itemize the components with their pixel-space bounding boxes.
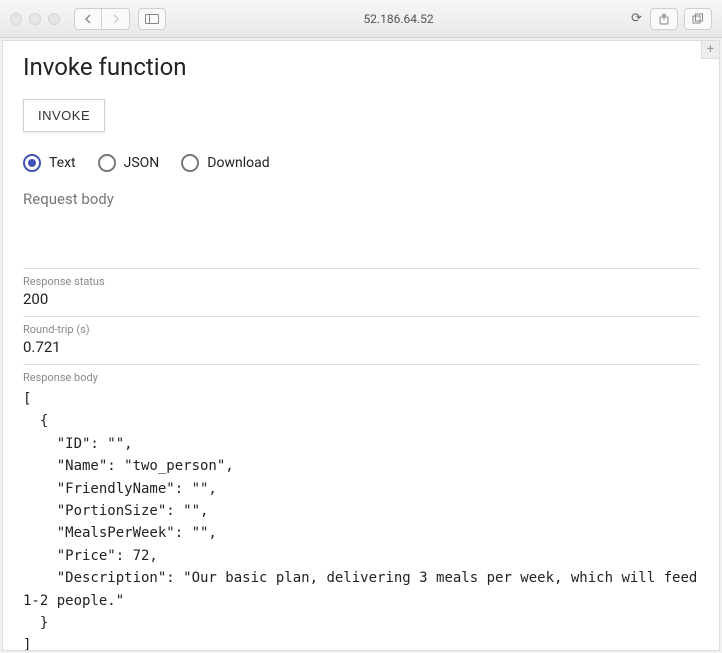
invoke-button[interactable]: INVOKE [23,99,105,132]
minimize-window-icon[interactable] [29,13,41,25]
radio-label: JSON [124,155,160,171]
response-body-value: [ { "ID": "", "Name": "two_person", "Fri… [23,388,699,651]
maximize-window-icon[interactable] [48,13,60,25]
nav-buttons [74,8,130,30]
roundtrip-field: Round-trip (s) 0.721 [23,316,699,364]
field-label: Round-trip (s) [23,323,699,336]
close-window-icon[interactable] [10,13,22,25]
tabs-button[interactable] [684,8,712,30]
request-body-input[interactable] [23,190,699,264]
toolbar-right [650,8,712,30]
address-bar[interactable]: 52.186.64.52 [174,12,623,26]
radio-text[interactable]: Text [23,154,76,172]
new-tab-button[interactable]: + [701,41,719,59]
field-label: Response body [23,371,699,384]
radio-label: Text [49,155,76,171]
response-status-value: 200 [23,290,699,308]
radio-json[interactable]: JSON [98,154,160,172]
forward-button[interactable] [102,8,130,30]
back-button[interactable] [74,8,102,30]
radio-icon [23,154,41,172]
radio-icon [181,154,199,172]
reload-icon[interactable]: ⟳ [631,11,642,26]
response-body-field: Response body [ { "ID": "", "Name": "two… [23,364,699,651]
radio-download[interactable]: Download [181,154,269,172]
page-content: Invoke function INVOKE Text JSON Downloa… [3,41,719,651]
format-radio-group: Text JSON Download [23,154,699,172]
share-button[interactable] [650,8,678,30]
browser-toolbar: 52.186.64.52 ⟳ [0,0,722,38]
page-title: Invoke function [23,53,699,81]
roundtrip-value: 0.721 [23,338,699,356]
radio-icon [98,154,116,172]
sidebar-toggle-button[interactable] [138,8,166,30]
field-label: Response status [23,275,699,288]
traffic-lights [10,13,60,25]
page-viewport: + Invoke function INVOKE Text JSON Downl… [2,40,720,651]
response-status-field: Response status 200 [23,268,699,316]
radio-label: Download [207,155,269,171]
